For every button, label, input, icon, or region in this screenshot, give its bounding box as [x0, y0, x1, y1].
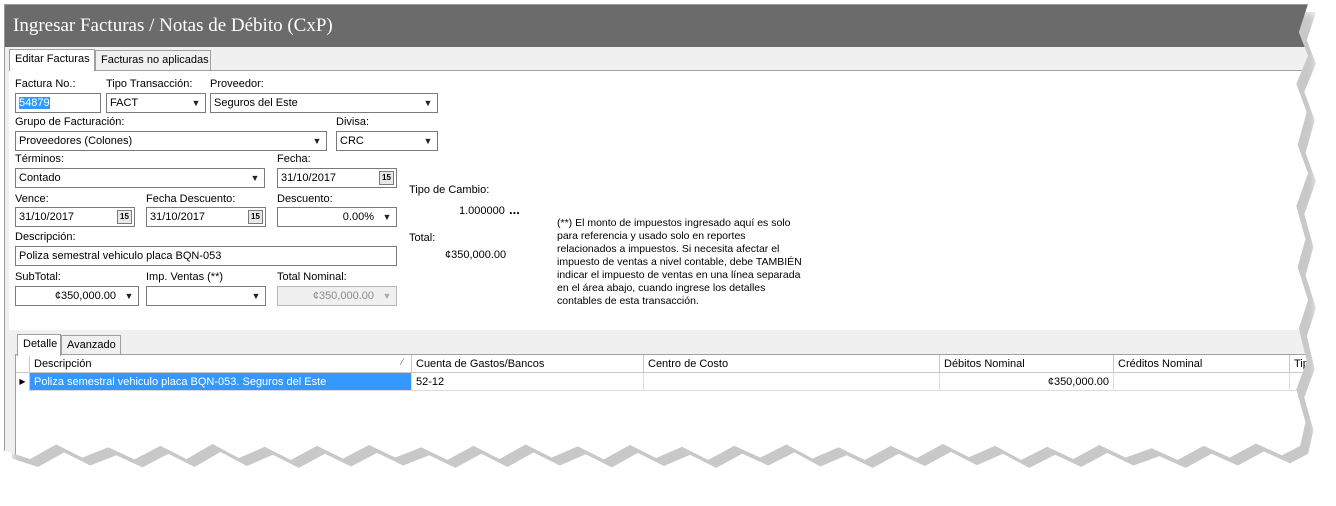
tipo-cambio-more-button[interactable]: ...: [509, 202, 520, 217]
tipo-transaccion-value: FACT: [110, 97, 139, 109]
total-nominal-value: ¢350,000.00: [312, 290, 374, 302]
chevron-down-icon[interactable]: ▼: [420, 95, 436, 111]
total-nominal-select: ¢350,000.00 ▼: [277, 286, 397, 306]
descripcion-value: Poliza semestral vehiculo placa BQN-053: [19, 250, 222, 262]
imp-ventas-label: Imp. Ventas (**): [146, 271, 224, 283]
fecha-label: Fecha:: [277, 153, 311, 165]
tipo-cambio-label: Tipo de Cambio:: [409, 184, 490, 196]
proveedor-value: Seguros del Este: [214, 97, 298, 109]
grupo-facturacion-select[interactable]: Proveedores (Colones) ▼: [15, 131, 327, 151]
vence-label: Vence:: [15, 193, 49, 205]
vence-value: 31/10/2017: [19, 211, 75, 223]
col-header-descripcion-label: Descripción: [34, 358, 92, 370]
tab-avanzado[interactable]: Avanzado: [61, 335, 121, 355]
col-header-descripcion[interactable]: Descripción ⁄: [30, 355, 412, 373]
calendar-icon[interactable]: 15: [117, 210, 132, 224]
descuento-select[interactable]: 0.00% ▼: [277, 207, 397, 227]
subtotal-select[interactable]: ¢350,000.00 ▼: [15, 286, 139, 306]
cell-cuenta[interactable]: 52-12: [412, 373, 644, 391]
factura-no-input[interactable]: 54879: [15, 93, 101, 113]
terminos-label: Términos:: [15, 153, 64, 165]
cell-centro-costo[interactable]: [644, 373, 940, 391]
grupo-facturacion-value: Proveedores (Colones): [19, 135, 133, 147]
fecha-descuento-value: 31/10/2017: [150, 211, 206, 223]
row-pointer-icon[interactable]: ▶: [16, 373, 30, 391]
factura-no-value: 54879: [19, 97, 50, 109]
fecha-input[interactable]: 31/10/2017 15: [277, 168, 397, 188]
divisa-label: Divisa:: [336, 116, 370, 128]
proveedor-select[interactable]: Seguros del Este ▼: [210, 93, 438, 113]
proveedor-label: Proveedor:: [210, 78, 264, 90]
col-header-cuenta[interactable]: Cuenta de Gastos/Bancos: [412, 355, 644, 373]
invoice-window: Ingresar Facturas / Notas de Débito (CxP…: [4, 4, 1308, 460]
tab-facturas-no-aplicadas[interactable]: Facturas no aplicadas: [95, 50, 211, 70]
tax-note: (**) El monto de impuestos ingresado aqu…: [557, 217, 802, 307]
fecha-descuento-label: Fecha Descuento:: [146, 193, 236, 205]
cell-descripcion[interactable]: Poliza semestral vehiculo placa BQN-053.…: [30, 373, 412, 391]
col-header-centro-costo[interactable]: Centro de Costo: [644, 355, 940, 373]
chevron-down-icon[interactable]: ▼: [247, 170, 263, 186]
descuento-label: Descuento:: [277, 193, 333, 205]
chevron-down-icon[interactable]: ▼: [121, 288, 137, 304]
divisa-select[interactable]: CRC ▼: [336, 131, 438, 151]
total-label: Total:: [409, 232, 436, 244]
grupo-facturacion-label: Grupo de Facturación:: [15, 116, 125, 128]
tab-editar-facturas[interactable]: Editar Facturas: [9, 49, 95, 71]
tab-detalle[interactable]: Detalle: [17, 334, 61, 356]
subtotal-value: ¢350,000.00: [54, 290, 116, 302]
col-header-debitos[interactable]: Débitos Nominal: [940, 355, 1114, 373]
chevron-down-icon[interactable]: ▼: [188, 95, 204, 111]
grid-corner: [16, 355, 30, 373]
chevron-down-icon[interactable]: ▼: [379, 209, 395, 225]
tipo-cambio-value: 1.000000: [459, 205, 505, 217]
tipo-transaccion-label: Tipo Transacción:: [106, 78, 193, 90]
total-value: ¢350,000.00: [445, 249, 507, 261]
window-title: Ingresar Facturas / Notas de Débito (CxP…: [5, 5, 1308, 47]
imp-ventas-select[interactable]: ▼: [146, 286, 266, 306]
tipo-transaccion-select[interactable]: FACT ▼: [106, 93, 206, 113]
terminos-select[interactable]: Contado ▼: [15, 168, 265, 188]
fecha-value: 31/10/2017: [281, 172, 337, 184]
fecha-descuento-input[interactable]: 31/10/2017 15: [146, 207, 266, 227]
chevron-down-icon: ▼: [382, 291, 392, 301]
chevron-down-icon[interactable]: ▼: [248, 288, 264, 304]
factura-no-label: Factura No.:: [15, 78, 76, 90]
calendar-icon[interactable]: 15: [379, 171, 394, 185]
descripcion-label: Descripción:: [15, 231, 76, 243]
col-header-creditos[interactable]: Créditos Nominal: [1114, 355, 1290, 373]
terminos-value: Contado: [19, 172, 61, 184]
descuento-value: 0.00%: [342, 211, 374, 223]
vence-input[interactable]: 31/10/2017 15: [15, 207, 135, 227]
calendar-icon[interactable]: 15: [248, 210, 263, 224]
sort-icon: ⁄: [401, 357, 403, 367]
cell-creditos[interactable]: [1114, 373, 1290, 391]
divisa-value: CRC: [340, 135, 364, 147]
cell-debitos[interactable]: ¢350,000.00: [940, 373, 1114, 391]
chevron-down-icon[interactable]: ▼: [420, 133, 436, 149]
descripcion-input[interactable]: Poliza semestral vehiculo placa BQN-053: [15, 246, 397, 266]
chevron-down-icon[interactable]: ▼: [309, 133, 325, 149]
total-nominal-label: Total Nominal:: [277, 271, 347, 283]
subtotal-label: SubTotal:: [15, 271, 61, 283]
